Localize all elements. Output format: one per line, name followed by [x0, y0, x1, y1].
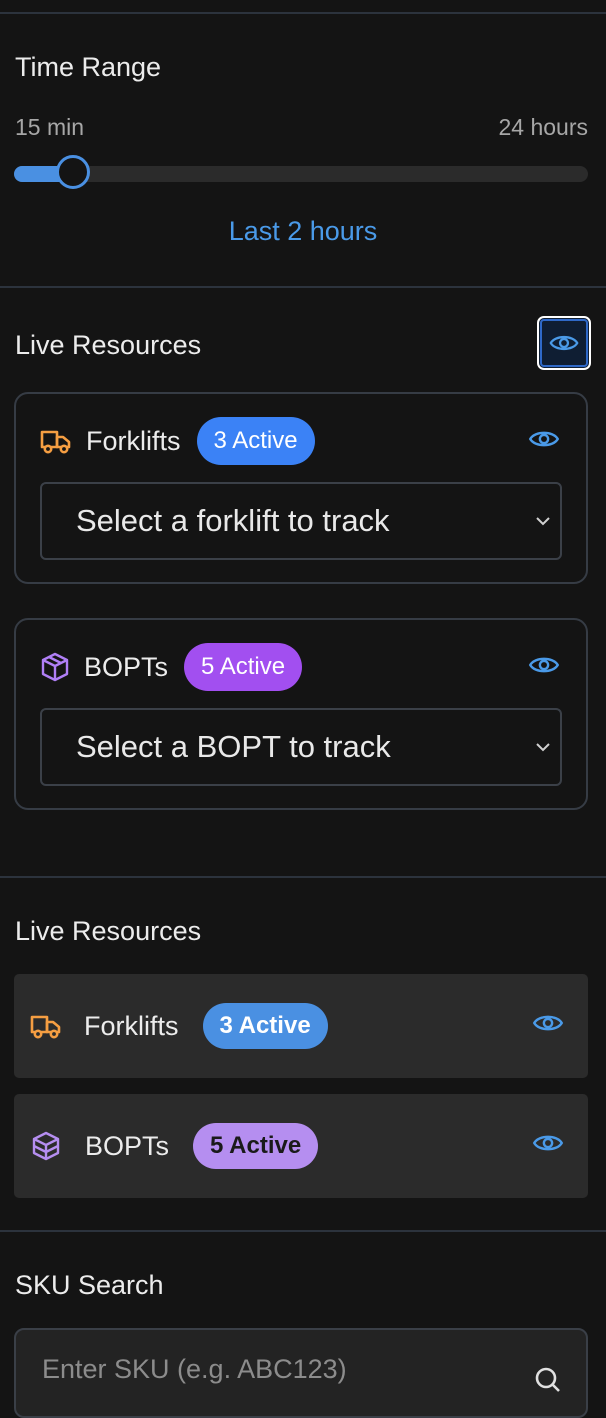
list-item-badge: 5 Active: [193, 1123, 319, 1169]
toggle-visibility-button[interactable]: [537, 316, 591, 370]
chevron-down-icon: [536, 743, 550, 752]
time-range-slider[interactable]: [14, 155, 588, 189]
bopt-select-value: Select a BOPT to track: [76, 729, 391, 764]
forklifts-card: Forklifts 3 Active Select a forklift to …: [14, 392, 588, 584]
forklift-select[interactable]: Select a forklift to track: [40, 482, 562, 560]
forklifts-active-badge: 3 Active: [196, 417, 315, 465]
sku-search-placeholder: Enter SKU (e.g. ABC123): [42, 1354, 347, 1384]
section-divider: [0, 876, 606, 878]
bopts-active-badge: 5 Active: [184, 643, 303, 691]
live-resources-title: Live Resources: [15, 330, 202, 360]
sku-search-title: SKU Search: [15, 1270, 164, 1300]
time-range-title: Time Range: [15, 52, 162, 82]
eye-icon[interactable]: [532, 1132, 564, 1154]
forklift-select-value: Select a forklift to track: [76, 503, 390, 538]
truck-icon: [30, 1015, 61, 1039]
search-icon[interactable]: [534, 1366, 560, 1392]
section-divider: [0, 286, 606, 288]
package-icon: [32, 1131, 60, 1161]
list-item-label: BOPTs: [85, 1130, 170, 1161]
eye-icon: [549, 335, 579, 351]
top-divider: [0, 12, 606, 14]
list-item-badge: 3 Active: [202, 1003, 328, 1049]
time-range-min-label: 15 min: [15, 114, 85, 140]
bopt-select[interactable]: Select a BOPT to track: [40, 708, 562, 786]
section-divider: [0, 1230, 606, 1232]
time-range-slider-thumb[interactable]: [55, 155, 90, 189]
sku-search-input[interactable]: Enter SKU (e.g. ABC123): [14, 1328, 588, 1418]
list-item-bopts[interactable]: BOPTs 5 Active: [14, 1094, 588, 1198]
eye-icon[interactable]: [528, 654, 560, 676]
list-item-forklifts[interactable]: Forklifts 3 Active: [14, 974, 588, 1078]
eye-icon[interactable]: [528, 428, 560, 450]
package-icon: [41, 652, 69, 682]
live-resources-list-title: Live Resources: [15, 916, 202, 946]
forklifts-label: Forklifts: [86, 425, 181, 456]
time-range-value: Last 2 hours: [228, 216, 378, 246]
time-range-max-label: 24 hours: [498, 114, 588, 140]
list-item-label: Forklifts: [84, 1010, 179, 1041]
eye-icon[interactable]: [532, 1012, 564, 1034]
bopts-label: BOPTs: [84, 651, 169, 682]
forklifts-header: Forklifts 3 Active: [40, 416, 315, 466]
truck-icon: [40, 430, 71, 454]
bopts-card: BOPTs 5 Active Select a BOPT to track: [14, 618, 588, 810]
chevron-down-icon: [536, 517, 550, 526]
bopts-header: BOPTs 5 Active: [40, 642, 303, 692]
